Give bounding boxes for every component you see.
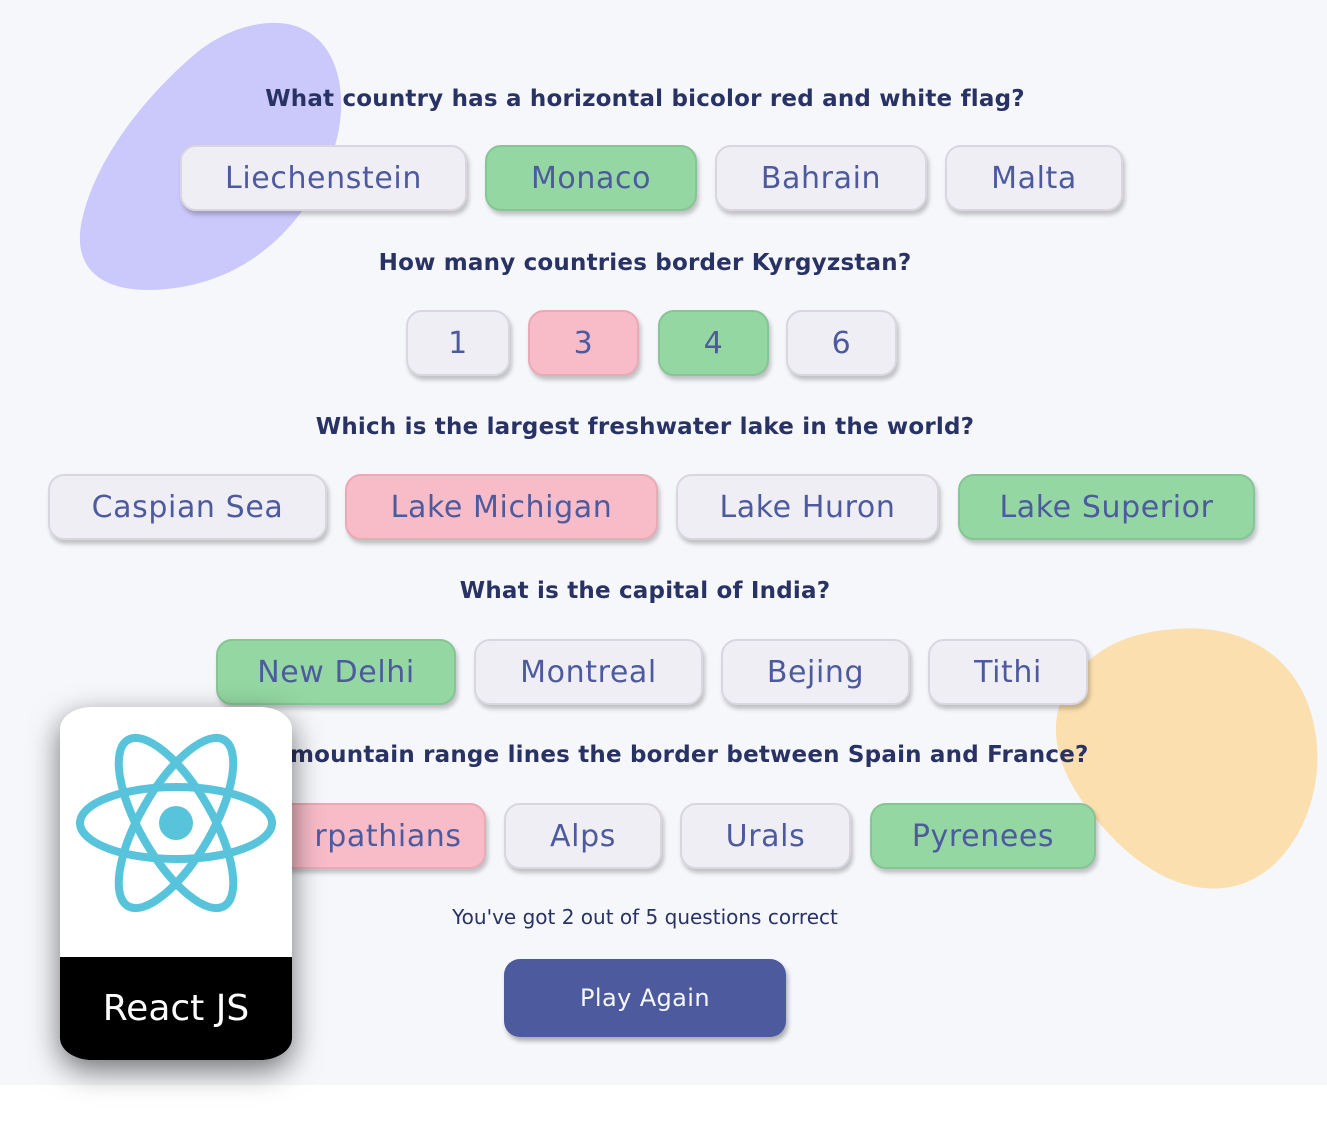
question-5-text: mountain range lines the border between … (290, 742, 1089, 768)
answer-4[interactable]: 4 (658, 310, 769, 376)
question-1-text: What country has a horizontal bicolor re… (265, 86, 1025, 112)
answer-6[interactable]: 6 (786, 310, 897, 376)
answer-pyrenees[interactable]: Pyrenees (870, 803, 1096, 869)
answer-lake-huron[interactable]: Lake Huron (676, 474, 939, 540)
answer-bahrain[interactable]: Bahrain (715, 145, 927, 211)
answer-alps[interactable]: Alps (504, 803, 662, 869)
answer-malta[interactable]: Malta (945, 145, 1123, 211)
answer-new-delhi[interactable]: New Delhi (216, 639, 456, 705)
question-2-text: How many countries border Kyrgyzstan? (378, 250, 912, 276)
question-3-text: Which is the largest freshwater lake in … (315, 414, 975, 440)
answer-carpathians[interactable]: rpathians (260, 803, 486, 869)
answer-3[interactable]: 3 (528, 310, 639, 376)
answer-urals[interactable]: Urals (680, 803, 851, 869)
answer-lake-superior[interactable]: Lake Superior (958, 474, 1255, 540)
answer-bejing[interactable]: Bejing (721, 639, 910, 705)
answer-montreal[interactable]: Montreal (474, 639, 703, 705)
score-text: You've got 2 out of 5 questions correct (452, 905, 838, 929)
question-4-text: What is the capital of India? (459, 578, 831, 604)
answer-monaco[interactable]: Monaco (485, 145, 697, 211)
react-atom-icon (76, 733, 276, 913)
play-again-button[interactable]: Play Again (504, 959, 786, 1037)
answer-liechenstein[interactable]: Liechenstein (180, 145, 467, 211)
answer-lake-michigan[interactable]: Lake Michigan (345, 474, 658, 540)
answer-1[interactable]: 1 (406, 310, 510, 376)
answer-tithi[interactable]: Tithi (928, 639, 1088, 705)
react-js-badge: React JS (60, 707, 292, 1060)
react-js-label: React JS (60, 957, 292, 1060)
answer-caspian-sea[interactable]: Caspian Sea (48, 474, 327, 540)
